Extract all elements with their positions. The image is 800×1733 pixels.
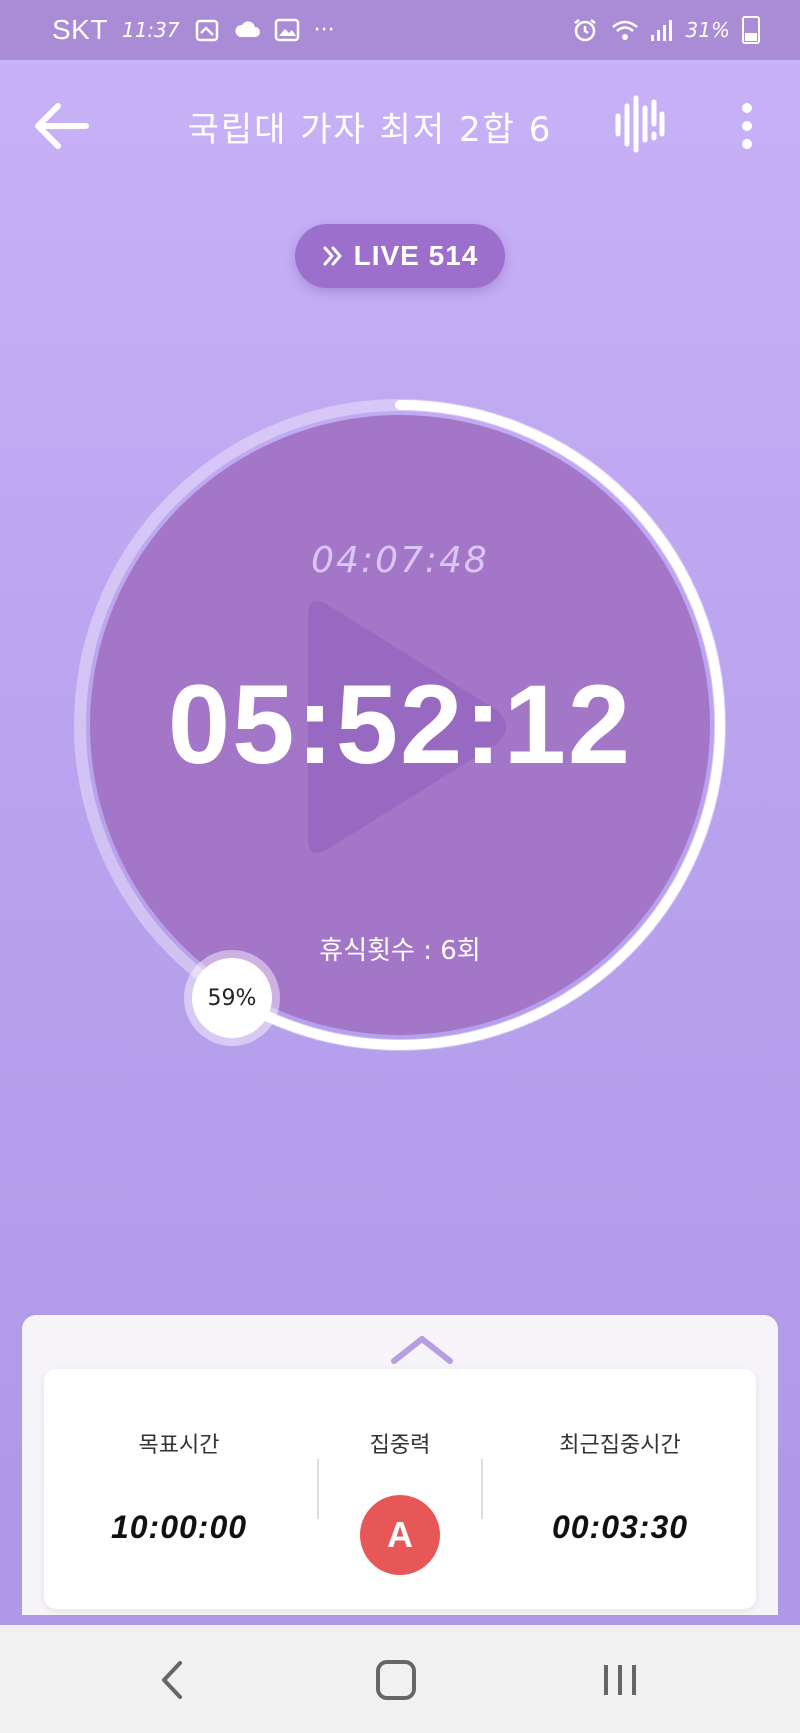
- progress-knob[interactable]: 59%: [192, 958, 272, 1038]
- break-count: 휴식횟수 : 6회: [319, 936, 481, 966]
- nav-home-icon[interactable]: [366, 1655, 426, 1705]
- focus-label: 집중력: [369, 1433, 431, 1458]
- arrow-left-icon: [35, 103, 89, 149]
- status-bar: SKT 11:37 ··· 31%: [0, 0, 800, 60]
- nav-recents-icon[interactable]: [590, 1655, 650, 1705]
- focus-stat: 집중력 A: [320, 1369, 480, 1609]
- signal-icon: [648, 17, 674, 43]
- more-options-button[interactable]: [730, 98, 764, 154]
- system-nav-bar: [0, 1625, 800, 1733]
- stats-panel: 목표시간 10:00:00 집중력 A 최근집중시간 00:03:30: [22, 1315, 778, 1615]
- elapsed-sub-time: 04:07:48: [311, 540, 489, 581]
- stats-card: 목표시간 10:00:00 집중력 A 최근집중시간 00:03:30: [44, 1369, 756, 1609]
- goal-stat: 목표시간 10:00:00: [44, 1369, 314, 1609]
- clock-time: 11:37: [121, 18, 180, 42]
- stat-divider: [317, 1459, 319, 1519]
- chevron-up-icon[interactable]: [372, 1329, 472, 1369]
- live-button[interactable]: LIVE 514: [295, 224, 505, 288]
- page-title: 국립대 가자 최저 2합 6: [187, 110, 553, 150]
- cloud-icon: [234, 17, 260, 43]
- back-button[interactable]: [30, 94, 94, 158]
- alarm-icon: [572, 17, 598, 43]
- recent-value: 00:03:30: [551, 1509, 689, 1545]
- app-header: 국립대 가자 최저 2합 6: [0, 60, 800, 190]
- more-notifications: ···: [313, 17, 335, 43]
- recent-stat: 최근집중시간 00:03:30: [484, 1369, 756, 1609]
- main-timer: 05:52:12: [167, 662, 633, 787]
- recent-label: 최근집중시간: [559, 1433, 681, 1458]
- nav-back-icon[interactable]: [142, 1655, 202, 1705]
- double-chevron-right-icon: [323, 246, 342, 266]
- more-vertical-icon: [742, 103, 752, 149]
- goal-label: 목표시간: [138, 1433, 220, 1458]
- battery-percent: 31%: [685, 18, 730, 42]
- sound-wave-button[interactable]: [612, 94, 668, 154]
- sound-wave-icon: [615, 95, 665, 153]
- wifi-icon: [610, 17, 638, 43]
- calendar-icon: [194, 17, 220, 43]
- focus-grade-badge: A: [360, 1495, 440, 1575]
- stat-divider: [481, 1459, 483, 1519]
- progress-percent: 59%: [207, 985, 257, 1011]
- image-icon: [274, 17, 300, 43]
- battery-icon: [742, 16, 760, 44]
- carrier-label: SKT: [52, 14, 108, 45]
- goal-value: 10:00:00: [110, 1509, 248, 1545]
- live-label: LIVE 514: [353, 240, 479, 271]
